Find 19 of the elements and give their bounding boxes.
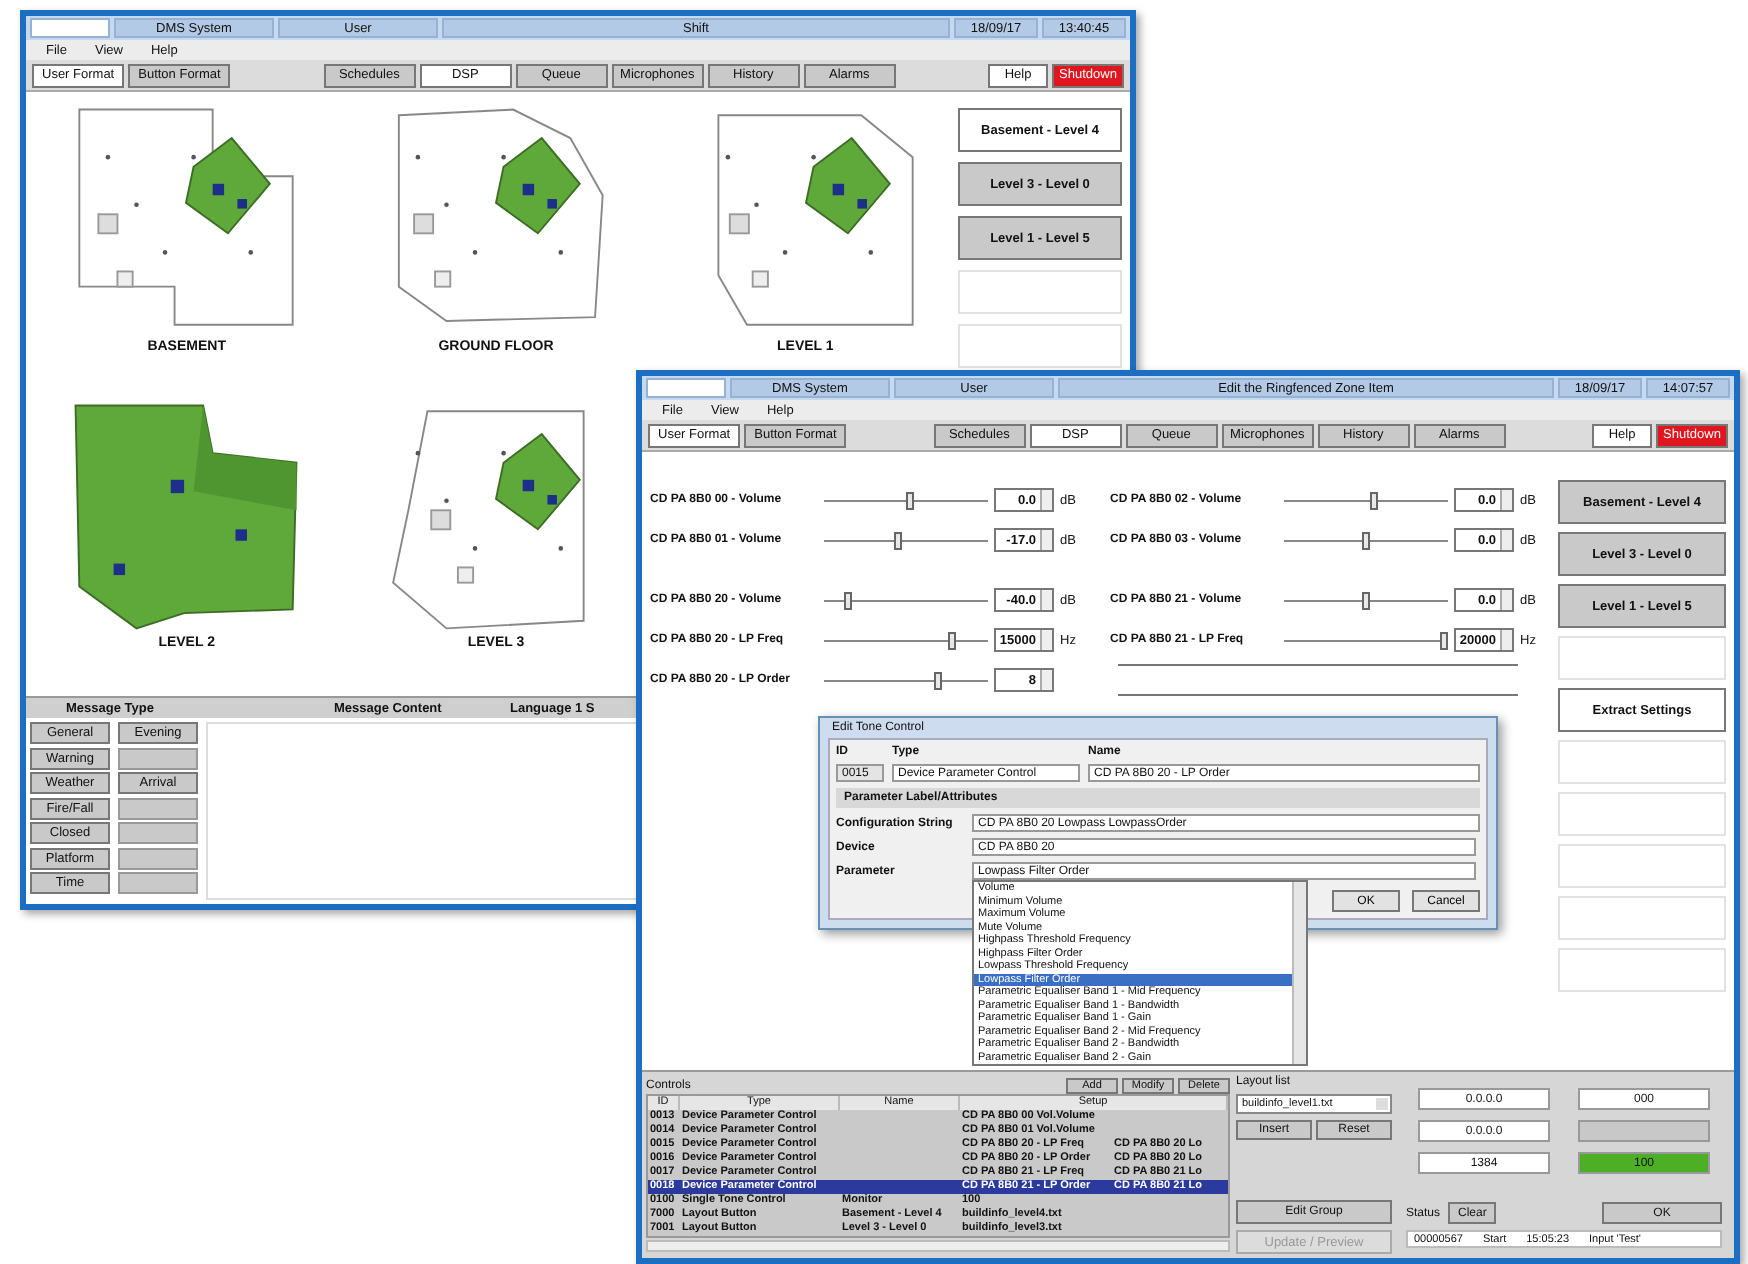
slider-thumb[interactable]	[934, 672, 943, 690]
slider-thumb[interactable]	[844, 592, 853, 610]
empty-slot	[118, 797, 198, 819]
slider-thumb[interactable]	[893, 532, 902, 550]
empty-bar	[1578, 1120, 1710, 1142]
slider-thumb[interactable]	[905, 492, 914, 510]
empty-slot	[118, 847, 198, 869]
blank-field	[646, 378, 726, 398]
empty-slot	[118, 747, 198, 769]
slider-thumb[interactable]	[947, 632, 956, 650]
slider-thumb[interactable]	[1362, 592, 1370, 610]
scrollbar[interactable]	[1292, 882, 1306, 1064]
slider-thumb[interactable]	[1370, 492, 1379, 510]
empty-slot	[118, 822, 198, 844]
scrollbar[interactable]	[646, 1240, 1230, 1252]
slider-thumb[interactable]	[1439, 632, 1448, 650]
slider-thumb[interactable]	[1362, 532, 1370, 550]
empty-slot	[118, 872, 198, 894]
blank-field	[30, 18, 110, 38]
